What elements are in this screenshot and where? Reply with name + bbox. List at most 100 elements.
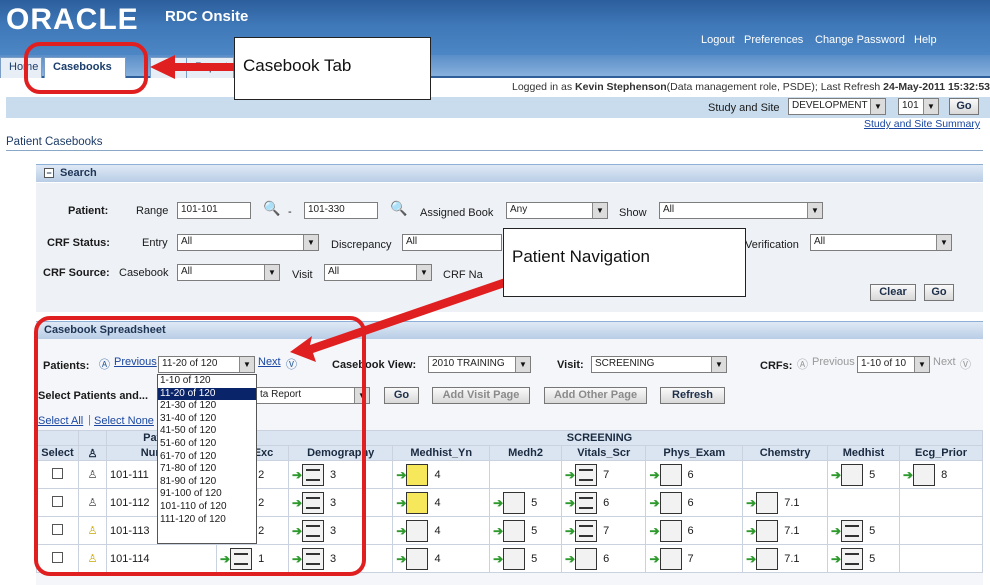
casebook-select[interactable]: All ▼: [177, 264, 280, 281]
crf-cell[interactable]: ➔ 7: [561, 460, 647, 489]
add-visit-page-button[interactable]: Add Visit Page: [432, 387, 530, 404]
visit-view-select[interactable]: SCREENING ▼: [591, 356, 727, 373]
tab-home[interactable]: Home: [0, 57, 42, 78]
crf-cell[interactable]: ➔ 4: [392, 460, 491, 489]
crf-page-icon[interactable]: [302, 547, 325, 570]
assigned-book-select[interactable]: Any ▼: [506, 202, 608, 219]
crf-page-icon[interactable]: [406, 491, 429, 514]
crfs-next-icon[interactable]: Ⓥ: [960, 356, 971, 372]
crf-cell[interactable]: ➔ 5: [827, 460, 900, 489]
help-link[interactable]: Help: [914, 34, 937, 46]
crf-page-icon[interactable]: [406, 519, 429, 542]
crf-cell[interactable]: ➔ 6: [645, 488, 744, 517]
dropdown-option[interactable]: 101-110 of 120: [158, 501, 256, 514]
crf-page-icon[interactable]: [841, 463, 864, 486]
crf-page-icon[interactable]: [230, 547, 253, 570]
crf-cell[interactable]: ➔ 7.1: [742, 544, 829, 573]
dropdown-option[interactable]: 51-60 of 120: [158, 438, 256, 451]
crf-page-icon[interactable]: [756, 519, 779, 542]
crf-page-icon[interactable]: [575, 491, 598, 514]
dropdown-option[interactable]: 61-70 of 120: [158, 451, 256, 464]
previous-link[interactable]: Previous: [114, 356, 157, 368]
range-from-input[interactable]: 101-101: [177, 202, 251, 219]
report-select[interactable]: ta Report ▼: [256, 387, 370, 404]
tab-casebooks[interactable]: Casebooks: [44, 57, 126, 78]
crf-cell[interactable]: ➔ 1: [216, 544, 289, 573]
range-to-input[interactable]: 101-330: [304, 202, 378, 219]
crf-cell[interactable]: ➔ 6: [645, 460, 744, 489]
crf-page-icon[interactable]: [406, 547, 429, 570]
crf-cell[interactable]: ➔ 3: [287, 488, 394, 517]
dropdown-option[interactable]: 71-80 of 120: [158, 463, 256, 476]
crf-page-icon[interactable]: [575, 547, 598, 570]
visit-select[interactable]: All ▼: [324, 264, 432, 281]
crf-cell[interactable]: ➔ 5: [489, 488, 563, 517]
select-none-link[interactable]: Select None: [94, 415, 154, 427]
search-icon[interactable]: 🔍: [263, 200, 280, 217]
entry-select[interactable]: All ▼: [177, 234, 319, 251]
crf-page-icon[interactable]: [503, 491, 526, 514]
search-go-button[interactable]: Go: [924, 284, 954, 301]
search-header[interactable]: − Search: [36, 164, 983, 182]
crf-page-icon[interactable]: [575, 463, 598, 486]
crf-cell[interactable]: ➔ 5: [489, 516, 563, 545]
logout-link[interactable]: Logout: [701, 34, 735, 46]
action-go-button[interactable]: Go: [384, 387, 419, 404]
crf-column-header[interactable]: Demography: [287, 445, 394, 461]
crf-cell[interactable]: ➔ 7.1: [742, 516, 829, 545]
crf-cell[interactable]: ➔ 3: [287, 544, 394, 573]
dropdown-option[interactable]: 1-10 of 120: [158, 375, 256, 388]
crf-cell[interactable]: ➔ 4: [392, 544, 491, 573]
crf-column-header[interactable]: Phys_Exam: [645, 445, 744, 461]
crf-cell[interactable]: ➔ 5: [827, 516, 900, 545]
collapse-icon[interactable]: −: [44, 168, 54, 178]
row-checkbox[interactable]: [52, 495, 63, 507]
crfs-previous-icon[interactable]: Ⓐ: [797, 356, 808, 372]
preferences-link[interactable]: Preferences: [744, 34, 803, 46]
crf-page-icon[interactable]: [302, 519, 325, 542]
add-other-page-button[interactable]: Add Other Page: [544, 387, 647, 404]
crf-page-icon[interactable]: [841, 519, 864, 542]
crf-column-header[interactable]: Medh2: [489, 445, 563, 461]
crf-cell[interactable]: ➔ 3: [287, 460, 394, 489]
change-password-link[interactable]: Change Password: [815, 34, 905, 46]
crf-page-icon[interactable]: [913, 463, 936, 486]
clear-button[interactable]: Clear: [870, 284, 916, 301]
row-checkbox[interactable]: [52, 551, 63, 563]
crfs-previous-link[interactable]: Previous: [812, 356, 855, 368]
study-select[interactable]: DEVELOPMENT ▼: [788, 98, 886, 115]
crf-cell[interactable]: ➔ 6: [561, 544, 647, 573]
crf-page-icon[interactable]: [659, 491, 682, 514]
crf-cell[interactable]: ➔ 6: [561, 488, 647, 517]
crf-page-icon[interactable]: [575, 519, 598, 542]
casebook-view-select[interactable]: 2010 TRAINING ▼: [428, 356, 531, 373]
dropdown-option[interactable]: 21-30 of 120: [158, 400, 256, 413]
crf-page-icon[interactable]: [503, 547, 526, 570]
crf-cell[interactable]: ➔ 7: [645, 544, 744, 573]
crf-page-icon[interactable]: [659, 519, 682, 542]
crf-cell[interactable]: [899, 544, 983, 573]
patients-dropdown-list[interactable]: 1-10 of 120 11-20 of 120 21-30 of 120 31-40…: [157, 374, 257, 544]
dropdown-option[interactable]: 31-40 of 120: [158, 413, 256, 426]
crf-cell[interactable]: [489, 460, 563, 489]
dropdown-option[interactable]: 111-120 of 120: [158, 514, 256, 527]
crf-cell[interactable]: ➔ 3: [287, 516, 394, 545]
discrepancy-select[interactable]: All: [402, 234, 502, 251]
refresh-button[interactable]: Refresh: [660, 387, 725, 404]
crf-cell[interactable]: ➔ 4: [392, 488, 491, 517]
row-checkbox[interactable]: [52, 523, 63, 535]
dropdown-option[interactable]: 41-50 of 120: [158, 425, 256, 438]
tab-reports[interactable]: Reports: [186, 57, 234, 78]
previous-icon[interactable]: Ⓐ: [99, 356, 110, 372]
crf-cell[interactable]: ➔ 7.1: [742, 488, 829, 517]
crfs-select[interactable]: 1-10 of 10 ▼: [857, 356, 930, 373]
dropdown-option[interactable]: 81-90 of 120: [158, 476, 256, 489]
crf-cell[interactable]: [899, 516, 983, 545]
crf-cell[interactable]: ➔ 8: [899, 460, 983, 489]
site-select[interactable]: 101 ▼: [898, 98, 939, 115]
tab-review[interactable]: Rev: [150, 57, 190, 78]
crf-cell[interactable]: ➔ 5: [489, 544, 563, 573]
crf-cell[interactable]: [742, 460, 829, 489]
dropdown-option[interactable]: 91-100 of 120: [158, 488, 256, 501]
show-select[interactable]: All ▼: [659, 202, 823, 219]
